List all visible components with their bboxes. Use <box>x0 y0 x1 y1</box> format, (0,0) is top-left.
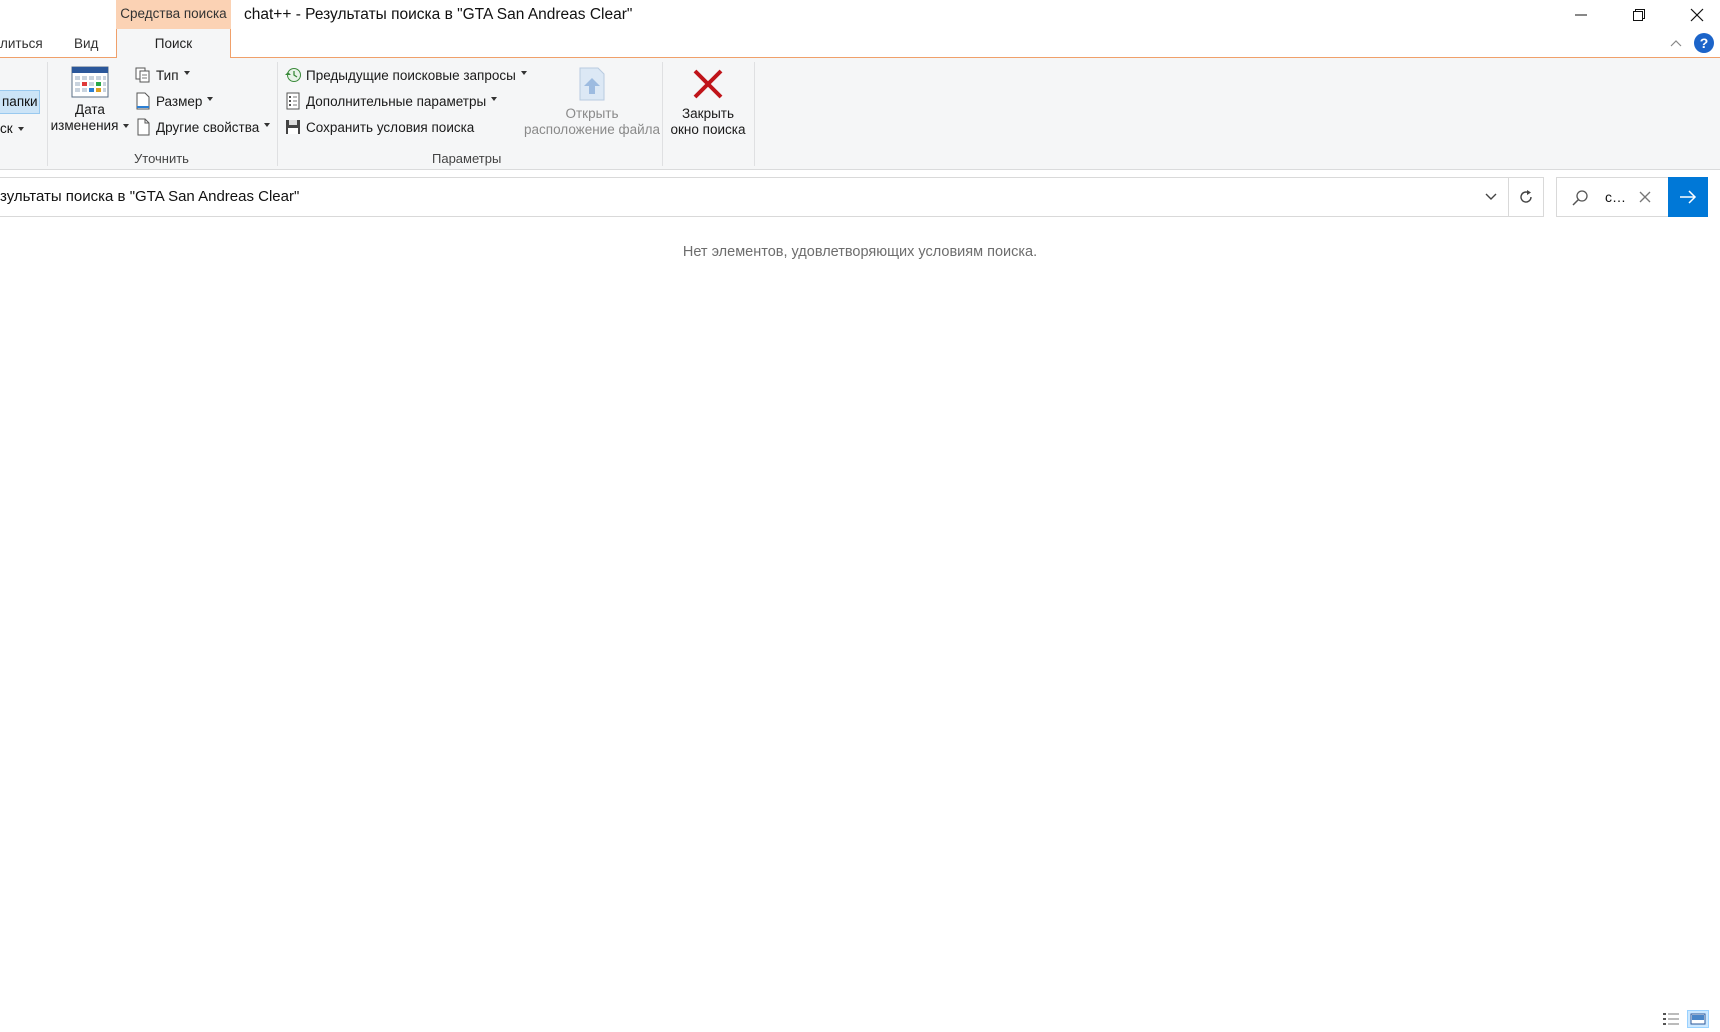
advanced-options-icon <box>284 92 302 110</box>
address-bar[interactable]: зультаты поиска в "GTA San Andreas Clear… <box>0 177 1509 217</box>
type-button[interactable]: Тип <box>134 64 190 86</box>
chevron-down-icon <box>264 123 271 127</box>
open-location-label-2: расположение файла <box>524 122 661 137</box>
tab-view[interactable]: Вид <box>74 29 98 58</box>
open-file-location-button[interactable]: Открыть расположение файла <box>524 66 660 138</box>
chevron-down-icon <box>183 71 190 75</box>
close-search-icon <box>693 69 723 99</box>
group-separator <box>47 62 48 166</box>
chevron-down-icon <box>491 97 498 101</box>
properties-icon <box>134 118 152 136</box>
group-label-refine: Уточнить <box>134 151 189 166</box>
other-properties-button[interactable]: Другие свойства <box>134 116 271 138</box>
close-window-button[interactable] <box>1668 0 1720 29</box>
collapse-ribbon-icon[interactable] <box>1668 35 1684 51</box>
close-search-label-2: окно поиска <box>670 122 746 137</box>
save-search-button[interactable]: Сохранить условия поиска <box>284 116 474 138</box>
date-modified-label-2: изменения <box>50 118 119 133</box>
advanced-options-label: Дополнительные параметры <box>306 93 487 109</box>
help-icon[interactable]: ? <box>1694 33 1714 53</box>
address-row: зультаты поиска в "GTA San Andreas Clear… <box>0 170 1720 220</box>
address-path[interactable]: зультаты поиска в "GTA San Andreas Clear… <box>0 178 299 216</box>
title-bar: Средства поиска chat++ - Результаты поис… <box>0 0 1720 29</box>
search-input[interactable]: chat++ <box>1605 178 1629 216</box>
size-label: Размер <box>156 93 203 109</box>
ribbon: папки ск Дата изменения Тип Размер Други… <box>0 58 1720 170</box>
recent-searches-label: Предыдущие поисковые запросы <box>306 67 516 83</box>
refresh-icon <box>1520 190 1532 203</box>
close-search-button[interactable]: Закрыть окно поиска <box>664 66 752 138</box>
address-history-button[interactable] <box>1474 177 1508 217</box>
open-location-label-1: Открыть <box>565 106 619 121</box>
clear-search-icon[interactable] <box>1637 189 1653 205</box>
open-location-icon <box>579 67 605 101</box>
type-label: Тип <box>156 67 179 83</box>
save-search-label: Сохранить условия поиска <box>306 119 475 135</box>
current-folder-button[interactable]: папки <box>0 90 40 114</box>
minimize-icon <box>1575 14 1587 15</box>
chevron-down-icon <box>207 97 214 101</box>
advanced-options-button[interactable]: Дополнительные параметры <box>284 90 498 112</box>
close-search-label-1: Закрыть <box>682 106 734 121</box>
partial-menu-button[interactable]: ск <box>0 121 24 136</box>
window-title: chat++ - Результаты поиска в "GTA San An… <box>244 6 633 23</box>
empty-results-message: Нет элементов, удовлетворяющих условиям … <box>682 244 1038 260</box>
ribbon-tabs: литься Вид Поиск ? <box>0 29 1720 59</box>
group-separator <box>277 62 278 166</box>
minimize-button[interactable] <box>1552 0 1610 29</box>
other-properties-label: Другие свойства <box>156 119 260 135</box>
size-icon <box>134 92 152 110</box>
chevron-down-icon <box>1485 193 1497 200</box>
large-icons-view-button[interactable] <box>1687 1010 1709 1028</box>
type-icon <box>134 66 152 84</box>
search-icon <box>1572 190 1588 206</box>
date-modified-label-1: Дата <box>75 102 105 117</box>
restore-button[interactable] <box>1610 0 1668 29</box>
details-view-button[interactable] <box>1660 1010 1682 1028</box>
tab-search[interactable]: Поиск <box>116 29 231 59</box>
group-separator <box>662 62 663 166</box>
date-modified-button[interactable]: Дата изменения <box>50 66 130 134</box>
close-icon <box>1690 8 1704 21</box>
recent-searches-button[interactable]: Предыдущие поисковые запросы <box>284 64 527 86</box>
search-go-button[interactable] <box>1668 177 1708 217</box>
details-view-icon <box>1663 1013 1679 1025</box>
file-list[interactable]: Нет элементов, удовлетворяющих условиям … <box>0 220 1720 1032</box>
search-box[interactable]: chat++ <box>1556 177 1668 217</box>
large-icons-view-icon <box>1690 1013 1706 1025</box>
chevron-down-icon <box>17 127 24 131</box>
size-button[interactable]: Размер <box>134 90 214 112</box>
refresh-button[interactable] <box>1508 177 1544 217</box>
recent-searches-icon <box>284 66 302 84</box>
restore-icon <box>1633 8 1645 21</box>
save-icon <box>284 118 302 136</box>
chevron-down-icon <box>123 124 130 128</box>
arrow-right-icon <box>1680 190 1697 204</box>
tab-share[interactable]: литься <box>0 29 43 58</box>
partial-menu-label: ск <box>0 121 13 136</box>
group-label-options: Параметры <box>432 151 502 166</box>
group-separator <box>754 62 755 166</box>
calendar-icon <box>71 66 109 98</box>
context-tab-search-tools[interactable]: Средства поиска <box>116 0 231 29</box>
